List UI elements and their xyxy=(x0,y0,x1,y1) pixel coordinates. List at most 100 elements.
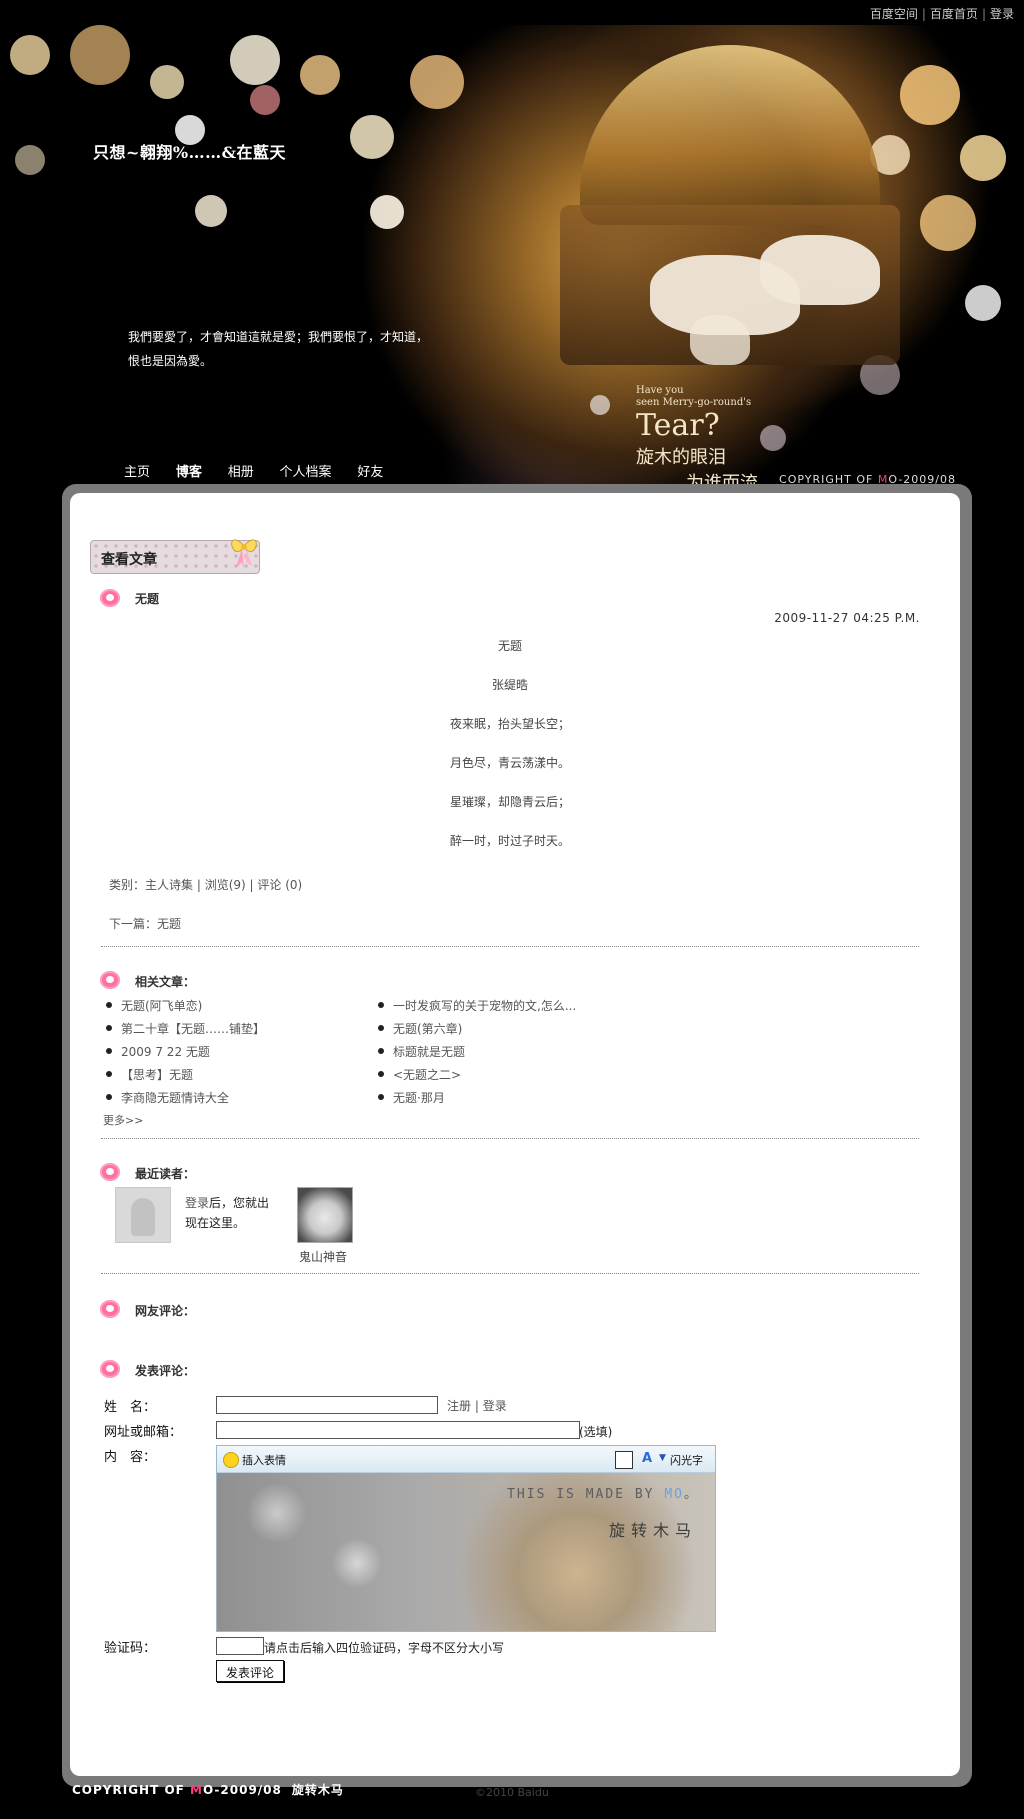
post-line: 醉一时，时过子时天。 xyxy=(449,834,570,848)
more-link[interactable]: 更多>> xyxy=(103,1112,143,1128)
bubble-icon xyxy=(100,589,120,607)
views-link[interactable]: 浏览(9) xyxy=(205,878,246,892)
reader-name[interactable]: 鬼山神音 xyxy=(299,1248,347,1265)
baidu-home-link[interactable]: 百度首页 xyxy=(930,7,978,21)
related-link[interactable]: 李商隐无题情诗大全 xyxy=(105,1089,229,1106)
separator: | xyxy=(474,1399,479,1413)
carousel-roof xyxy=(580,45,880,225)
captcha-label: 验证码： xyxy=(104,1641,157,1656)
post-line: 张缇晧 xyxy=(491,678,528,692)
avatar-placeholder xyxy=(115,1187,171,1243)
flash-text-button[interactable]: 闪光字 xyxy=(670,1452,703,1468)
bokeh-light xyxy=(10,35,50,75)
reader-login-link[interactable]: 登录 xyxy=(185,1196,209,1210)
name-links: 注册 | 登录 xyxy=(447,1397,507,1414)
nav-profile[interactable]: 个人档案 xyxy=(280,465,332,480)
bubble-icon xyxy=(100,971,120,989)
editor-watermark-cn: 旋转木马 xyxy=(608,1521,697,1540)
url-input[interactable] xyxy=(216,1421,580,1439)
bokeh-light xyxy=(15,145,45,175)
captcha-hint: 请点击后输入四位验证码，字母不区分大小写 xyxy=(264,1641,505,1655)
top-bar: 百度空间 | 百度首页 | 登录 xyxy=(0,0,1024,25)
form-login-link[interactable]: 登录 xyxy=(483,1399,507,1413)
related-link[interactable]: 第二十章【无题……铺垫】 xyxy=(105,1020,265,1037)
copyright-m: M xyxy=(190,1783,203,1797)
bokeh-light xyxy=(350,115,394,159)
font-color-icon[interactable]: A xyxy=(642,1451,652,1466)
header-artwork-text: Have you seen Merry-go-round's Tear? 旋木的… xyxy=(636,385,758,485)
top-links: 百度空间 | 百度首页 | 登录 xyxy=(869,7,1014,21)
bokeh-light xyxy=(760,425,786,451)
bow-icon xyxy=(231,539,257,570)
bokeh-light xyxy=(920,195,976,251)
art-line-cn: 旋木的眼泪 xyxy=(636,447,726,468)
related-link[interactable]: 标题就是无题 xyxy=(377,1043,465,1060)
optional-note: (选填) xyxy=(579,1425,613,1439)
bokeh-light xyxy=(150,65,184,99)
editor-watermark: THIS IS MADE BY MO。 xyxy=(507,1487,699,1502)
post-line: 无题 xyxy=(497,639,522,653)
art-line: Have you xyxy=(636,385,684,396)
divider xyxy=(101,946,919,947)
related-link[interactable]: 无题(第六章) xyxy=(377,1020,462,1037)
comments-heading: 网友评论： xyxy=(135,1304,196,1318)
insert-emoticon-button[interactable]: 插入表情 xyxy=(242,1452,286,1468)
art-line-cn: 为谁而流 xyxy=(686,473,758,485)
comments-count-link[interactable]: 评论 (0) xyxy=(257,878,302,892)
nav-album[interactable]: 相册 xyxy=(228,465,254,480)
bokeh-light xyxy=(410,55,464,109)
comment-textarea[interactable]: THIS IS MADE BY MO。 旋转木马 xyxy=(217,1473,715,1631)
next-post-link[interactable]: 下一篇：无题 xyxy=(109,917,181,931)
post-comment-heading: 发表评论： xyxy=(135,1364,196,1378)
divider xyxy=(101,1273,919,1274)
bokeh-light xyxy=(960,135,1006,181)
editor-toolbar: 插入表情 A ▼ 闪光字 xyxy=(217,1446,715,1473)
main-nav: 主页 博客 相册 个人档案 好友 xyxy=(124,461,405,480)
site-title[interactable]: 只想~翱翔%……&在藍天 xyxy=(93,139,286,163)
section-tab-label: 查看文章 xyxy=(101,552,157,568)
related-link[interactable]: 一时发疯写的关于宠物的文,怎么... xyxy=(377,997,576,1014)
name-input[interactable] xyxy=(216,1396,438,1414)
category-link[interactable]: 类别：主人诗集 xyxy=(109,878,193,892)
post-line: 夜来眠，抬头望长空； xyxy=(449,717,570,731)
related-link[interactable]: 无题(阿飞单恋) xyxy=(105,997,202,1014)
bokeh-light xyxy=(300,55,340,95)
bokeh-light xyxy=(370,195,404,229)
carousel-horse xyxy=(760,235,880,305)
bokeh-light xyxy=(590,395,610,415)
readers-heading: 最近读者： xyxy=(135,1167,196,1181)
divider xyxy=(101,1138,919,1139)
login-link[interactable]: 登录 xyxy=(990,7,1014,21)
related-link[interactable]: <无题之二> xyxy=(377,1066,461,1083)
baidu-space-link[interactable]: 百度空间 xyxy=(870,7,918,21)
comment-editor: 插入表情 A ▼ 闪光字 THIS IS MADE BY MO。 旋转木马 xyxy=(216,1445,716,1632)
register-link[interactable]: 注册 xyxy=(447,1399,471,1413)
related-link[interactable]: 【思考】无题 xyxy=(105,1066,193,1083)
site-description: 我們要愛了，才會知道這就是愛；我們要恨了，才知道，恨也是因為愛。 xyxy=(128,330,429,368)
url-label: 网址或邮箱： xyxy=(104,1425,183,1440)
bokeh-light xyxy=(250,85,280,115)
nav-home[interactable]: 主页 xyxy=(124,465,150,480)
post-title: 无题 xyxy=(135,592,160,606)
footer-cn: 旋转木马 xyxy=(291,1783,344,1797)
related-heading: 相关文章： xyxy=(135,975,196,989)
nav-friends[interactable]: 好友 xyxy=(357,465,383,480)
related-link[interactable]: 2009 7 22 无题 xyxy=(106,1043,210,1060)
post-date: 2009-11-27 04:25 P.M. xyxy=(774,611,920,625)
dropdown-arrow-icon[interactable]: ▼ xyxy=(659,1453,666,1463)
copyright-text: O-2009/08 xyxy=(202,1783,282,1797)
nav-blog[interactable]: 博客 xyxy=(176,465,202,480)
baidu-copyright: ©2010 Baidu xyxy=(475,1786,549,1799)
bubble-icon xyxy=(100,1163,120,1181)
post-line: 星璀璨，却隐青云后； xyxy=(449,795,570,809)
reader-avatar[interactable] xyxy=(297,1187,353,1243)
footer-copyright: COPYRIGHT OF MO-2009/08 旋转木马 xyxy=(72,1781,344,1798)
bubble-icon xyxy=(100,1300,120,1318)
smiley-icon[interactable] xyxy=(223,1452,239,1468)
related-link[interactable]: 无题·那月 xyxy=(378,1089,445,1106)
submit-comment-button[interactable]: 发表评论 xyxy=(216,1660,284,1682)
name-label: 姓 名： xyxy=(104,1400,157,1415)
frame-icon[interactable] xyxy=(615,1451,633,1469)
content-label: 内 容： xyxy=(104,1450,157,1465)
captcha-input[interactable] xyxy=(216,1637,264,1655)
